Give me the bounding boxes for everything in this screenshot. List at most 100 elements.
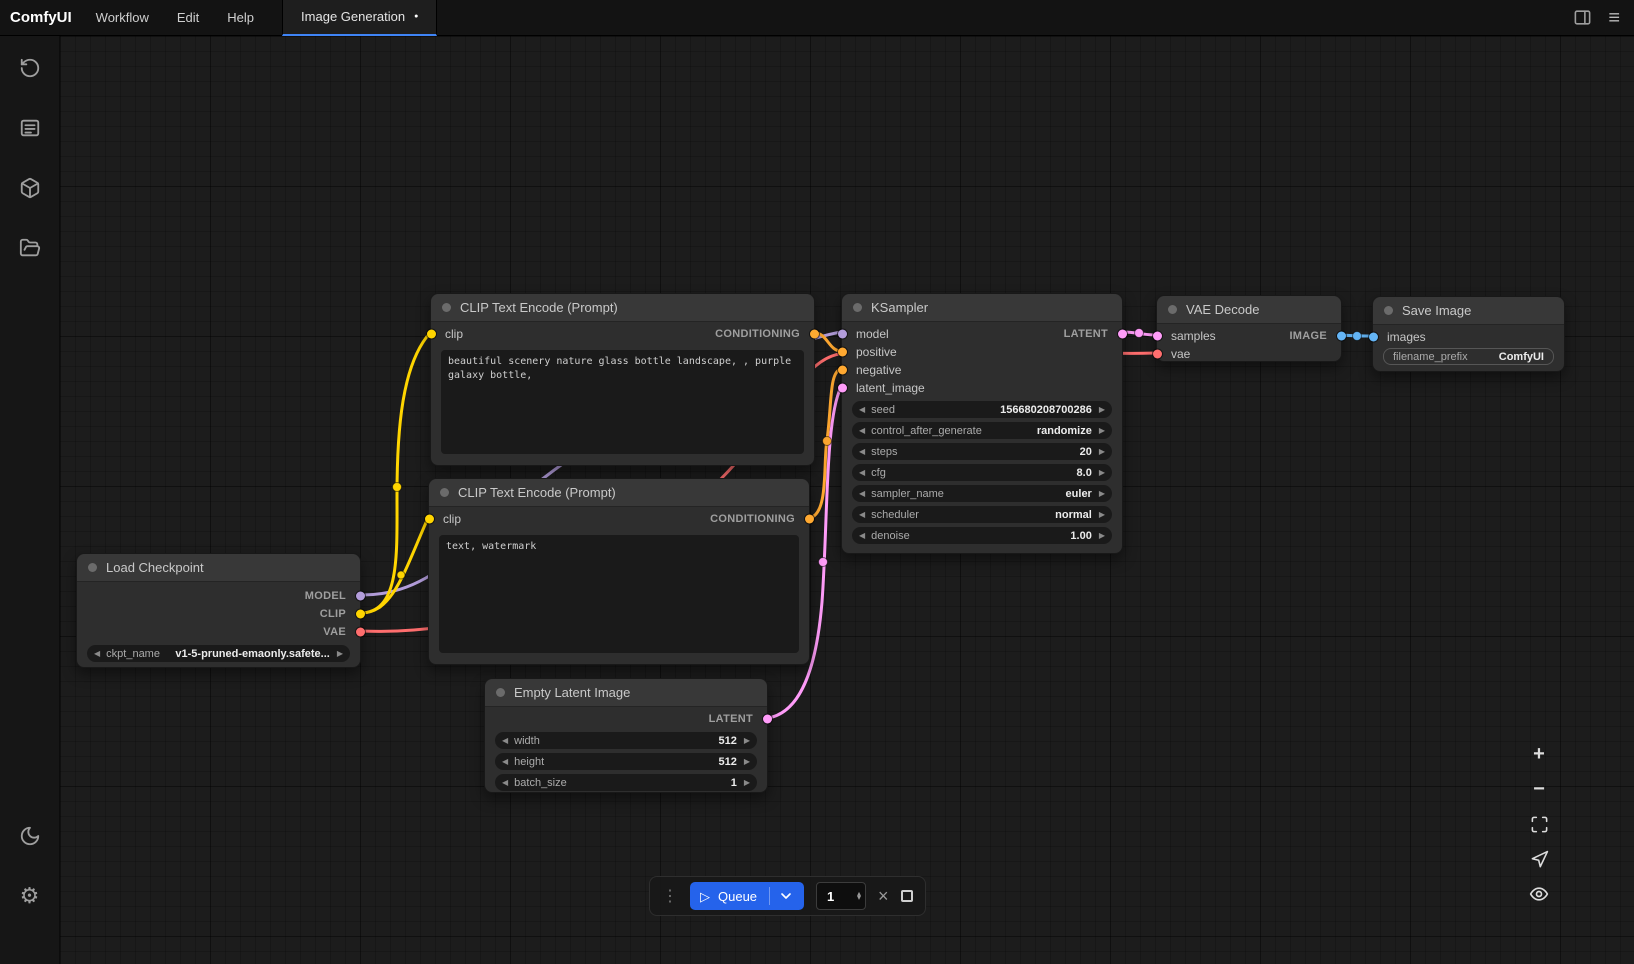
widget-seed[interactable]: ◀ seed 156680208700286 ▶ [852,401,1112,418]
menu-help[interactable]: Help [227,10,254,25]
step-right-icon[interactable]: ▶ [337,650,343,658]
theme-toggle-moon-icon[interactable] [18,824,42,848]
step-left-icon[interactable]: ◀ [859,532,865,540]
input-slot-latent-image[interactable] [838,384,847,393]
fit-view-icon[interactable] [1528,814,1550,834]
zoom-in-icon[interactable]: + [1528,744,1550,764]
clear-queue-icon[interactable]: × [878,887,889,905]
tab-image-generation[interactable]: Image Generation ● [282,0,437,36]
output-slot-conditioning[interactable] [810,330,819,339]
output-slot-latent[interactable] [1118,330,1127,339]
input-slot-clip[interactable] [427,330,436,339]
step-left-icon[interactable]: ◀ [859,406,865,414]
step-right-icon[interactable]: ▶ [1099,448,1105,456]
settings-gear-icon[interactable]: ⚙ [18,884,42,908]
step-right-icon[interactable]: ▶ [1099,532,1105,540]
workflows-folder-icon[interactable] [18,236,42,260]
step-right-icon[interactable]: ▶ [1099,427,1105,435]
node-header[interactable]: KSampler [842,294,1122,322]
step-right-icon[interactable]: ▶ [1099,511,1105,519]
widget-cfg[interactable]: ◀ cfg 8.0 ▶ [852,464,1112,481]
widget-steps[interactable]: ◀ steps 20 ▶ [852,443,1112,460]
node-ksampler[interactable]: KSampler model LATENT positive negative … [841,293,1123,554]
widget-sampler-name[interactable]: ◀ sampler_name euler ▶ [852,485,1112,502]
zoom-out-icon[interactable]: − [1528,779,1550,799]
batch-stepper[interactable]: ▴ ▾ [857,892,861,901]
widget-ckpt-name[interactable]: ◀ ckpt_name v1-5-pruned-emaonly.safete..… [87,645,350,662]
app-logo[interactable]: ComfyUI [0,9,86,26]
output-slot-image[interactable] [1337,332,1346,341]
step-left-icon[interactable]: ◀ [502,758,508,766]
input-slot-vae[interactable] [1153,350,1162,359]
node-vae-decode[interactable]: VAE Decode samples IMAGE vae [1156,295,1342,362]
widget-control-after-generate[interactable]: ◀ control_after_generate randomize ▶ [852,422,1112,439]
collapse-dot-icon[interactable] [496,688,505,697]
step-left-icon[interactable]: ◀ [502,737,508,745]
node-header[interactable]: Save Image [1373,297,1564,325]
decrement-icon[interactable]: ▾ [857,896,861,900]
batch-count-input[interactable]: 1 ▴ ▾ [816,882,866,910]
output-slot-conditioning[interactable] [805,515,814,524]
step-left-icon[interactable]: ◀ [859,427,865,435]
collapse-dot-icon[interactable] [853,303,862,312]
node-header[interactable]: VAE Decode [1157,296,1341,324]
output-slot-vae[interactable] [356,628,365,637]
step-left-icon[interactable]: ◀ [859,511,865,519]
prompt-textarea[interactable]: beautiful scenery nature glass bottle la… [441,350,804,454]
widget-batch-size[interactable]: ◀ batch_size 1 ▶ [495,774,757,791]
select-navigate-icon[interactable] [1528,849,1550,869]
collapse-dot-icon[interactable] [440,488,449,497]
node-library-icon[interactable] [18,116,42,140]
step-right-icon[interactable]: ▶ [1099,490,1105,498]
collapse-dot-icon[interactable] [442,303,451,312]
node-header[interactable]: Empty Latent Image [485,679,767,707]
widget-scheduler[interactable]: ◀ scheduler normal ▶ [852,506,1112,523]
input-slot-clip[interactable] [425,515,434,524]
collapse-dot-icon[interactable] [88,563,97,572]
input-slot-model[interactable] [838,330,847,339]
step-left-icon[interactable]: ◀ [859,469,865,477]
output-slot-clip[interactable] [356,610,365,619]
toggle-visibility-eye-icon[interactable] [1528,884,1550,904]
step-right-icon[interactable]: ▶ [744,758,750,766]
step-right-icon[interactable]: ▶ [744,737,750,745]
step-left-icon[interactable]: ◀ [94,650,100,658]
input-slot-negative[interactable] [838,366,847,375]
menu-workflow[interactable]: Workflow [96,10,149,25]
model-library-icon[interactable] [18,176,42,200]
output-slot-model[interactable] [356,592,365,601]
queue-history-icon[interactable] [18,56,42,80]
output-slot-latent[interactable] [763,715,772,724]
node-save-image[interactable]: Save Image images filename_prefix ComfyU… [1372,296,1565,372]
collapse-dot-icon[interactable] [1384,306,1393,315]
queue-button[interactable]: ▷ Queue [690,882,804,910]
step-left-icon[interactable]: ◀ [502,779,508,787]
widget-height[interactable]: ◀ height 512 ▶ [495,753,757,770]
input-slot-samples[interactable] [1153,332,1162,341]
step-right-icon[interactable]: ▶ [1099,469,1105,477]
node-header[interactable]: CLIP Text Encode (Prompt) [429,479,809,507]
node-header[interactable]: Load Checkpoint [77,554,360,582]
input-slot-positive[interactable] [838,348,847,357]
menu-edit[interactable]: Edit [177,10,199,25]
node-load-checkpoint[interactable]: Load Checkpoint MODEL CLIP VAE ◀ ckpt_na… [76,553,361,668]
queue-options-chevron-icon[interactable] [778,888,794,904]
step-left-icon[interactable]: ◀ [859,490,865,498]
widget-filename-prefix[interactable]: filename_prefix ComfyUI [1383,348,1554,365]
node-clip-text-encode-negative[interactable]: CLIP Text Encode (Prompt) clip CONDITION… [428,478,810,665]
interrupt-stop-icon[interactable] [901,890,913,902]
node-empty-latent-image[interactable]: Empty Latent Image LATENT ◀ width 512 ▶ … [484,678,768,793]
step-left-icon[interactable]: ◀ [859,448,865,456]
widget-denoise[interactable]: ◀ denoise 1.00 ▶ [852,527,1112,544]
input-slot-images[interactable] [1369,333,1378,342]
hamburger-menu-icon[interactable]: ≡ [1608,8,1620,28]
widget-width[interactable]: ◀ width 512 ▶ [495,732,757,749]
collapse-dot-icon[interactable] [1168,305,1177,314]
drag-handle-icon[interactable]: ⋮ [662,886,678,906]
step-right-icon[interactable]: ▶ [1099,406,1105,414]
panel-toggle-icon[interactable] [1570,6,1594,30]
prompt-textarea[interactable]: text, watermark [439,535,799,653]
node-header[interactable]: CLIP Text Encode (Prompt) [431,294,814,322]
node-clip-text-encode-positive[interactable]: CLIP Text Encode (Prompt) clip CONDITION… [430,293,815,466]
step-right-icon[interactable]: ▶ [744,779,750,787]
